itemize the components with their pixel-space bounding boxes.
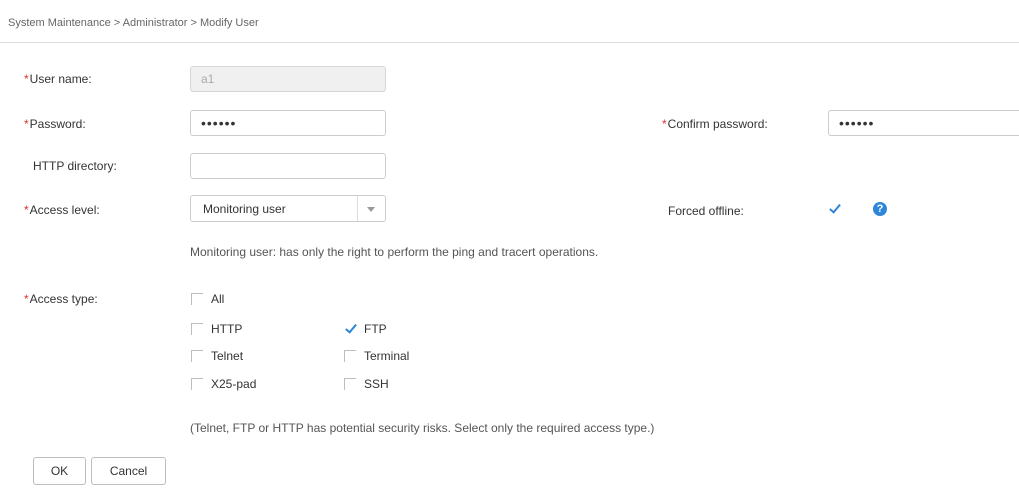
access-type-ftp-checkbox[interactable]: FTP [344,321,387,336]
required-marker: * [24,117,29,131]
select-divider [357,196,358,221]
checkbox-label: SSH [364,377,389,391]
password-label: *Password: [24,117,86,131]
checkbox-label: FTP [364,322,387,336]
password-label-text: Password: [29,117,86,131]
forced-offline-label: Forced offline: [668,204,744,218]
access-type-label: *Access type: [24,292,98,306]
security-note: (Telnet, FTP or HTTP has potential secur… [190,421,655,435]
access-type-ssh-checkbox[interactable]: SSH [344,377,389,391]
confirm-password-field[interactable] [828,110,1019,136]
access-level-value: Monitoring user [203,202,286,216]
password-field[interactable] [190,110,386,136]
chevron-down-icon[interactable] [367,207,375,212]
username-label-text: User name: [29,72,92,86]
username-field [190,66,386,92]
help-icon[interactable]: ? [873,202,887,216]
checkbox-box[interactable] [344,378,356,390]
checkbox-box[interactable] [828,201,841,215]
checkbox-box[interactable] [191,323,203,335]
access-type-telnet-checkbox[interactable]: Telnet [191,349,243,363]
required-marker: * [24,203,29,217]
ok-button[interactable]: OK [33,457,86,485]
checkbox-label: HTTP [211,322,243,336]
confirm-password-label-text: Confirm password: [667,117,768,131]
required-marker: * [24,72,29,86]
required-marker: * [662,117,667,131]
checkmark-icon [345,321,357,334]
access-level-select[interactable]: Monitoring user [190,195,386,222]
checkmark-icon [829,201,841,214]
checkbox-box[interactable] [344,321,357,335]
checkbox-label: All [211,292,225,306]
http-directory-field[interactable] [190,153,386,179]
access-type-label-text: Access type: [29,292,98,306]
checkbox-label: Telnet [211,349,244,363]
forced-offline-checkbox[interactable] [828,201,841,215]
access-type-all-checkbox[interactable]: All [191,292,224,306]
checkbox-label: Terminal [364,349,410,363]
access-level-label: *Access level: [24,203,100,217]
access-type-x25pad-checkbox[interactable]: X25-pad [191,377,256,391]
access-level-description: Monitoring user: has only the right to p… [190,245,599,259]
access-type-http-checkbox[interactable]: HTTP [191,322,242,336]
confirm-password-label: *Confirm password: [662,117,768,131]
access-type-terminal-checkbox[interactable]: Terminal [344,349,409,363]
access-level-label-text: Access level: [29,203,100,217]
breadcrumb: System Maintenance > Administrator > Mod… [0,0,1019,43]
checkbox-box[interactable] [191,378,203,390]
checkbox-box[interactable] [191,350,203,362]
required-marker: * [24,292,29,306]
cancel-button[interactable]: Cancel [91,457,166,485]
checkbox-label: X25-pad [211,377,257,391]
checkbox-box[interactable] [191,293,203,305]
username-label: *User name: [24,72,92,86]
http-directory-label: HTTP directory: [33,159,117,173]
checkbox-box[interactable] [344,350,356,362]
